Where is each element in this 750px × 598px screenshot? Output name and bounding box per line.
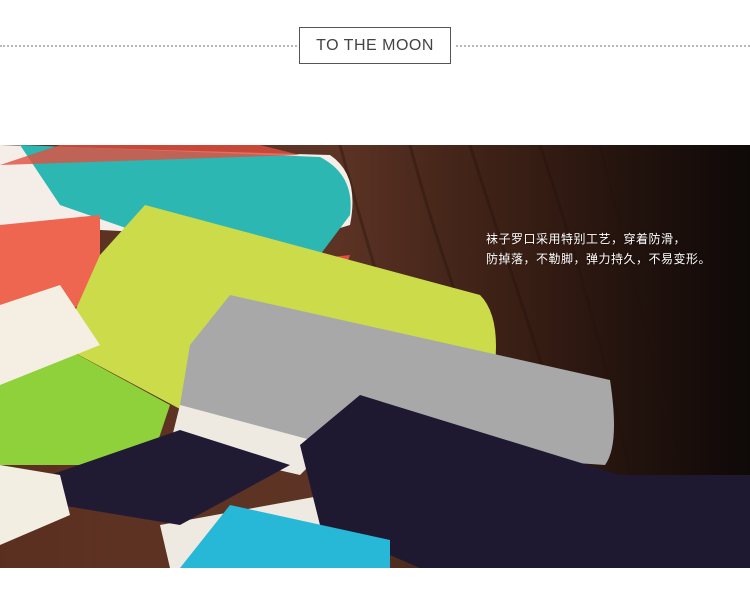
caption-line-1: 袜子罗口采用特别工艺，穿着防滑， xyxy=(486,232,687,246)
product-photo: 袜子罗口采用特别工艺，穿着防滑， 防掉落，不勒脚，弹力持久，不易变形。 xyxy=(0,145,750,568)
product-caption: 袜子罗口采用特别工艺，穿着防滑， 防掉落，不勒脚，弹力持久，不易变形。 xyxy=(486,229,716,269)
header-divider-right xyxy=(456,45,750,47)
caption-line-2: 防掉落，不勒脚，弹力持久，不易变形。 xyxy=(486,252,712,266)
page-title: TO THE MOON xyxy=(299,27,451,64)
socks-illustration xyxy=(0,145,750,568)
header-divider-left xyxy=(0,45,297,47)
